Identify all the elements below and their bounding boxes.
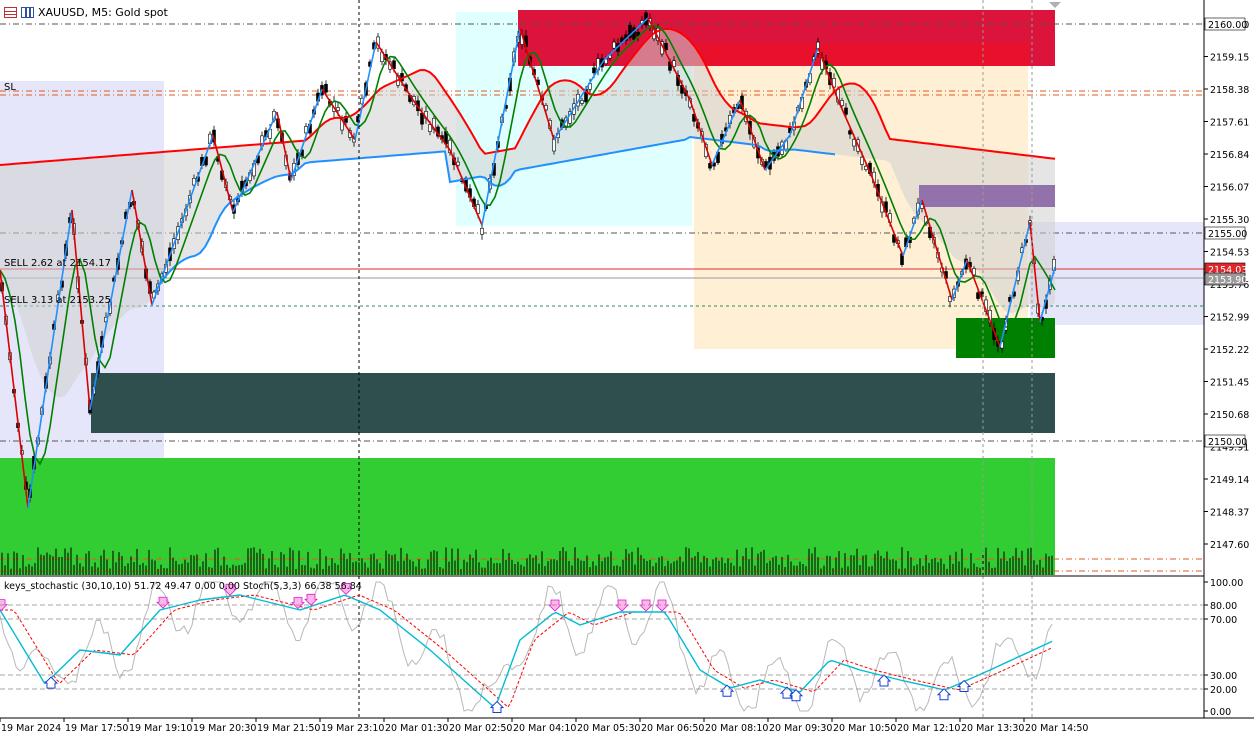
candle-body (336, 107, 340, 111)
candle-body (860, 156, 864, 165)
price-tick-label: 2156.84 (1210, 150, 1249, 161)
buy-arrow-icon (43, 676, 59, 689)
time-tick-label: 19 Mar 17:50 (65, 723, 128, 734)
candle-body (612, 41, 616, 49)
chart-grid-icon[interactable] (4, 6, 17, 18)
sell-arrow-icon (615, 599, 629, 612)
sl-label: SL (4, 82, 16, 93)
candle-body (324, 83, 328, 93)
candle-body (664, 42, 668, 51)
indicator-tick-label: 100.00 (1210, 578, 1243, 589)
price-tick-label: 2155.30 (1210, 215, 1249, 226)
buy-arrow-icon (936, 688, 952, 701)
chart-title-bar: XAUUSD, M5: Gold spot (4, 4, 168, 20)
lavender-zone-right (1030, 222, 1204, 325)
candle-body (592, 67, 596, 74)
buy-arrow-icon (489, 700, 505, 714)
stoch-fast-line (0, 580, 1053, 712)
price-tick-label: 2159.15 (1210, 53, 1249, 64)
candle-body (844, 107, 848, 115)
time-tick-label: 20 Mar 08:10 (705, 723, 768, 734)
time-axis[interactable]: 19 Mar 2024 19 Mar 17:50 19 Mar 19:10 19 Ma… (0, 718, 1088, 734)
price-chart[interactable]: SL SELL 2.62 at 2154.17 SELL 3.13 at 215… (0, 0, 1254, 736)
stoch-main-line (0, 594, 1053, 707)
bull-zone[interactable] (0, 458, 1055, 575)
indicator-tick-label: 70.00 (1210, 615, 1237, 626)
sell-arrow-icon (304, 593, 318, 606)
buy-arrow-icon (956, 679, 972, 693)
candles-icon[interactable] (21, 6, 34, 18)
time-tick-label: 19 Mar 23:10 (321, 723, 384, 734)
indicator-tick-label: 80.00 (1210, 601, 1237, 612)
time-tick-label: 20 Mar 14:50 (1025, 723, 1088, 734)
price-tick-label: 2151.45 (1210, 378, 1249, 389)
price-tick-label: 2147.60 (1210, 540, 1249, 551)
indicator-tick-label: 20.00 (1210, 685, 1237, 696)
price-tick-label: 2149.14 (1210, 475, 1249, 486)
price-tick-label: 2148.37 (1210, 508, 1249, 519)
indicator-tick-label: 30.00 (1210, 671, 1237, 682)
price-tick-label: 2157.61 (1210, 118, 1249, 129)
time-tick-label: 20 Mar 12:10 (897, 723, 960, 734)
supply-zone-inner[interactable] (694, 44, 1028, 66)
indicator-tick-label: 0.00 (1210, 707, 1231, 718)
sell-arrow-icon (548, 599, 562, 612)
time-tick-label: 20 Mar 06:50 (641, 723, 704, 734)
price-tick-label: 2152.99 (1210, 313, 1249, 324)
sell-arrow-icon (639, 599, 653, 612)
candle-body (580, 100, 584, 104)
chart-window[interactable]: SL SELL 2.62 at 2154.17 SELL 3.13 at 215… (0, 0, 1254, 736)
time-tick-label: 20 Mar 13:30 (961, 723, 1024, 734)
price-tick-label: 2152.22 (1210, 345, 1249, 356)
chart-title: XAUUSD, M5: Gold spot (38, 5, 168, 19)
price-tick-label: 2156.07 (1210, 183, 1249, 194)
indicator-label: keys_stochastic (30,10,10) 51.72 49.47 0… (4, 581, 362, 592)
price-tag-label: 2160.00 (1208, 20, 1247, 31)
scroll-marker-icon[interactable] (1049, 2, 1061, 8)
time-tick-label: 20 Mar 05:30 (577, 723, 640, 734)
time-tick-label: 20 Mar 01:30 (385, 723, 448, 734)
candle-body (552, 138, 556, 152)
sell-arrow-icon (156, 596, 170, 609)
time-tick-label: 19 Mar 2024 (1, 723, 61, 734)
time-tick-label: 20 Mar 09:30 (769, 723, 832, 734)
sell-label-1: SELL 2.62 at 2154.17 (4, 258, 111, 269)
price-tick-label: 2158.38 (1210, 85, 1249, 96)
price-tick-label: 2150.68 (1210, 410, 1249, 421)
sell-label-2: SELL 3.13 at 2153.25 (4, 295, 111, 306)
dark-zone[interactable] (91, 373, 1055, 433)
time-tick-label: 20 Mar 04:10 (513, 723, 576, 734)
time-tick-label: 19 Mar 20:30 (193, 723, 256, 734)
indicator-axis: 100.00 80.00 70.00 30.00 20.00 0.00 (0, 578, 1243, 718)
time-tick-label: 20 Mar 02:50 (449, 723, 512, 734)
stochastic-indicator[interactable] (0, 580, 1053, 714)
candle-body (852, 139, 856, 147)
price-tag-label: 2153.90 (1208, 275, 1247, 286)
time-tick-label: 19 Mar 19:10 (129, 723, 192, 734)
price-tag-label: 2155.00 (1208, 229, 1247, 240)
candle-body (480, 227, 484, 235)
time-tick-label: 19 Mar 21:50 (257, 723, 320, 734)
price-tick-label: 2154.53 (1210, 248, 1249, 259)
time-tick-label: 20 Mar 10:50 (833, 723, 896, 734)
sell-arrow-icon (655, 599, 669, 612)
price-tag-label: 2150.00 (1208, 437, 1247, 448)
